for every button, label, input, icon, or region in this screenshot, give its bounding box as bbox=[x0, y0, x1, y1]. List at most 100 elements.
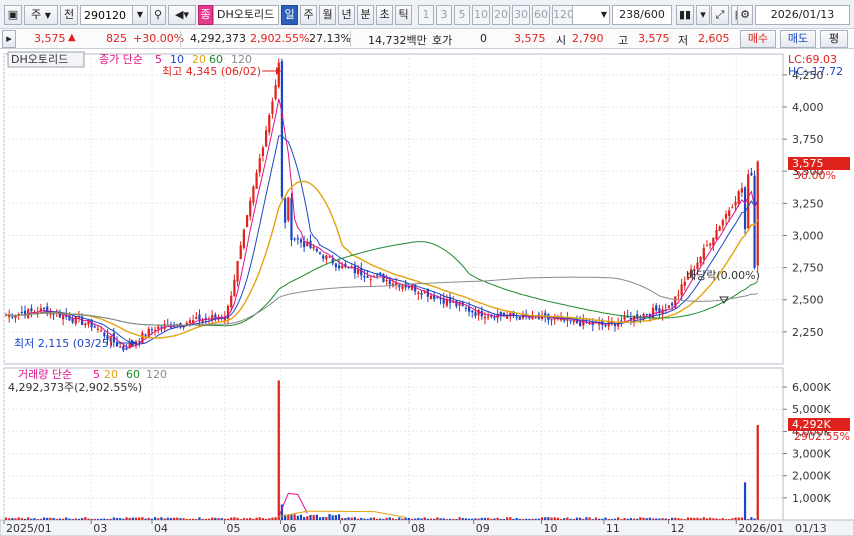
quote-menu-icon[interactable]: ▸ bbox=[2, 30, 16, 48]
volume-bar bbox=[52, 517, 55, 520]
volume-bar bbox=[125, 517, 128, 520]
volume-bar bbox=[36, 519, 39, 520]
x-tick-label: 07 bbox=[343, 522, 357, 535]
volume-tick-label: 5,000K bbox=[792, 403, 831, 416]
scale-icon[interactable]: ⤢ bbox=[711, 5, 729, 25]
volume-bar bbox=[461, 518, 464, 520]
volume-bar bbox=[410, 518, 414, 520]
volume-bar bbox=[150, 518, 154, 520]
volume-bar bbox=[477, 518, 480, 520]
chart-area[interactable]: 4,250 4,000 3,750 3,500 3,250 3,000 2,750 2,500… bbox=[0, 50, 854, 536]
x-tick-label: 03 bbox=[93, 522, 107, 535]
market-select[interactable]: 주 ▼ bbox=[24, 5, 58, 25]
chevron-down-icon[interactable]: ▼ bbox=[132, 5, 148, 25]
candle bbox=[312, 246, 315, 249]
date-field[interactable]: 2026/01/13 bbox=[755, 5, 850, 25]
sell-button[interactable]: 매도 bbox=[780, 30, 816, 48]
period-button[interactable]: 초 bbox=[376, 5, 393, 25]
volume-bar bbox=[445, 519, 449, 520]
count-field[interactable]: 238/600 bbox=[612, 5, 672, 25]
volume-bar bbox=[471, 518, 474, 520]
volume-bar bbox=[147, 517, 150, 520]
candle bbox=[96, 328, 100, 330]
candle bbox=[334, 263, 337, 268]
volume-bar bbox=[705, 518, 709, 520]
volume-bar bbox=[195, 519, 198, 520]
candle bbox=[645, 313, 648, 315]
interval-button[interactable]: 20 bbox=[492, 5, 510, 25]
volume-bar bbox=[715, 518, 718, 520]
volume-bar bbox=[350, 517, 353, 520]
current-pct-tag: 30.00% bbox=[794, 169, 836, 182]
period-button[interactable]: 일 bbox=[281, 5, 298, 25]
volume-bar bbox=[192, 518, 195, 520]
candle bbox=[42, 307, 46, 309]
volume-bar bbox=[11, 518, 14, 520]
speaker-icon[interactable]: ◀▾ bbox=[168, 5, 196, 25]
candle bbox=[474, 312, 477, 316]
volume-bar bbox=[106, 518, 109, 520]
volume-bar bbox=[176, 517, 179, 520]
interval-button[interactable]: 30 bbox=[512, 5, 530, 25]
buy-button[interactable]: 매수 bbox=[740, 30, 776, 48]
x-tick-label: 2025/01 bbox=[6, 522, 52, 535]
prev-button[interactable]: 전 bbox=[60, 5, 78, 25]
volume-bar bbox=[290, 514, 293, 520]
volume-bar bbox=[724, 519, 728, 520]
chevron-down-icon[interactable]: ▾ bbox=[696, 5, 710, 25]
volume-bar bbox=[375, 518, 379, 520]
gear-icon[interactable]: ⚙ bbox=[737, 5, 753, 25]
interval-button[interactable]: 1 bbox=[418, 5, 434, 25]
volume-bar bbox=[556, 517, 560, 520]
search-icon[interactable]: ⚲ bbox=[150, 5, 166, 25]
volume-tick-label: 1,000K bbox=[792, 492, 831, 505]
interval-button[interactable]: 10 bbox=[472, 5, 490, 25]
volume-bar bbox=[4, 517, 8, 520]
volume-bar bbox=[122, 518, 125, 520]
volume-bar bbox=[626, 518, 629, 520]
candle bbox=[750, 172, 753, 176]
hoga-price: 3,575 bbox=[514, 32, 546, 45]
candle bbox=[388, 280, 391, 285]
volume-bar bbox=[480, 517, 483, 520]
volume-bar bbox=[591, 519, 594, 520]
candle bbox=[436, 296, 439, 298]
volume-bar bbox=[363, 518, 366, 520]
candle bbox=[718, 226, 721, 232]
volume-bar bbox=[255, 517, 258, 520]
volume-legend-ma-120: 120 bbox=[146, 368, 167, 381]
period-button[interactable]: 분 bbox=[357, 5, 374, 25]
interval-button[interactable]: 60 bbox=[532, 5, 550, 25]
volume-bar bbox=[521, 518, 525, 520]
interval-button[interactable]: 120 bbox=[552, 5, 574, 25]
candle bbox=[233, 279, 236, 297]
candle-type-icon[interactable]: ▮▮ bbox=[676, 5, 694, 25]
interval-button[interactable]: 3 bbox=[436, 5, 452, 25]
volume-bar bbox=[71, 519, 74, 520]
volume-bar bbox=[372, 517, 376, 520]
x-tick-label: 2026/01 bbox=[738, 522, 784, 535]
interval-button[interactable]: 5 bbox=[454, 5, 470, 25]
candle bbox=[119, 346, 122, 348]
eval-button[interactable]: 평 bbox=[820, 30, 848, 48]
period-button[interactable]: 월 bbox=[319, 5, 336, 25]
candle bbox=[728, 210, 731, 217]
volume-bar bbox=[617, 517, 620, 520]
volume-bar bbox=[252, 518, 255, 520]
window-icon[interactable]: ▣ bbox=[4, 5, 22, 25]
period-button[interactable]: 틱 bbox=[395, 5, 412, 25]
volume-bar bbox=[207, 518, 211, 520]
volume-bar bbox=[702, 517, 705, 520]
interval-combo[interactable]: ▼ bbox=[572, 5, 610, 25]
volume-bar bbox=[712, 518, 715, 520]
period-button[interactable]: 년 bbox=[338, 5, 355, 25]
volume-bar bbox=[534, 518, 537, 520]
price-volume-chart[interactable]: 4,2504,0003,7503,5003,2503,0002,7502,500… bbox=[0, 50, 854, 536]
chart-window: ▣ 주 ▼ 전 ▼ ⚲ ◀▾ 종 DH오토리드 일주월년분초틱 13510203… bbox=[0, 0, 854, 536]
candle bbox=[414, 285, 417, 292]
period-button[interactable]: 주 bbox=[300, 5, 317, 25]
volume-bar bbox=[353, 517, 357, 520]
volume-bar bbox=[525, 518, 528, 520]
volume-bar bbox=[502, 518, 506, 520]
volume-bar bbox=[645, 518, 648, 520]
